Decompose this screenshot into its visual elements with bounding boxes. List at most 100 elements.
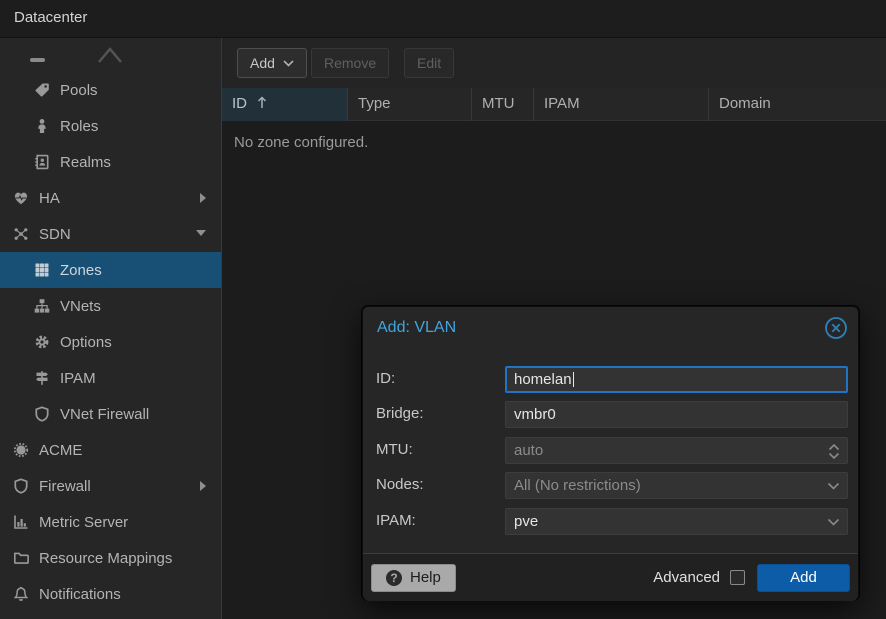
field-label: MTU: (376, 441, 413, 458)
sidebar-item-roles[interactable]: Roles (0, 108, 222, 144)
field-label: ID: (376, 370, 395, 387)
sidebar-item-resource-mappings[interactable]: Resource Mappings (0, 540, 222, 576)
chevron-down-icon[interactable] (827, 509, 840, 536)
bell-icon (12, 586, 29, 603)
sidebar-item-acme[interactable]: ACME (0, 432, 222, 468)
bridge-input-value: vmbr0 (514, 406, 556, 423)
column-label: MTU (482, 95, 515, 112)
sort-ascending-icon (257, 96, 267, 109)
ipam-select[interactable]: pve (505, 508, 848, 535)
sidebar-item-label: Realms (60, 154, 111, 171)
mtu-placeholder: auto (514, 442, 543, 459)
sidebar-item-label: VNet Firewall (60, 406, 149, 423)
spinner-up-down-icon[interactable] (828, 438, 840, 465)
form-row-id: ID: homelan (363, 366, 858, 393)
expand-down-icon[interactable] (196, 230, 206, 236)
address-book-icon (33, 154, 50, 171)
field-label: Bridge: (376, 405, 424, 422)
chevron-down-icon[interactable] (827, 473, 840, 500)
sitemap-icon (33, 298, 50, 315)
column-header-ipam[interactable]: IPAM (534, 88, 709, 121)
sidebar-item-realms[interactable]: Realms (0, 144, 222, 180)
expand-right-icon[interactable] (200, 193, 206, 203)
sidebar-item-label: Pools (60, 82, 98, 99)
question-circle-icon: ? (386, 570, 402, 586)
id-input-value: homelan (514, 371, 572, 388)
sidebar-item-notifications[interactable]: Notifications (0, 576, 222, 612)
page-title: Datacenter (14, 9, 87, 26)
column-header-domain[interactable]: Domain (709, 88, 886, 121)
edit-button-label: Edit (417, 55, 441, 71)
close-icon[interactable] (824, 316, 848, 340)
remove-button-label: Remove (324, 55, 376, 71)
grid-icon (33, 262, 50, 279)
sidebar-item-ipam[interactable]: IPAM (0, 360, 222, 396)
sidebar-item-label: Resource Mappings (39, 550, 172, 567)
column-label: ID (232, 95, 247, 112)
help-button-label: Help (410, 569, 441, 586)
bridge-input[interactable]: vmbr0 (505, 401, 848, 428)
nodes-select[interactable]: All (No restrictions) (505, 472, 848, 499)
bar-chart-icon (12, 514, 29, 531)
sidebar-nav-tree: Pools Roles Realms HA SDN (0, 38, 222, 619)
column-header-mtu[interactable]: MTU (472, 88, 534, 121)
sidebar-item-firewall[interactable]: Firewall (0, 468, 222, 504)
form-row-nodes: Nodes: All (No restrictions) (363, 472, 858, 499)
sidebar-item-label: ACME (39, 442, 82, 459)
expand-right-icon[interactable] (200, 481, 206, 491)
sidebar-item-label: VNets (60, 298, 101, 315)
sidebar-item-options[interactable]: Options (0, 324, 222, 360)
advanced-label: Advanced (653, 569, 720, 586)
sidebar-item-label: Options (60, 334, 112, 351)
zones-table-header: ID Type MTU IPAM Domain (222, 88, 886, 121)
user-icon (33, 118, 50, 135)
edit-button[interactable]: Edit (404, 48, 454, 78)
signpost-icon (33, 370, 50, 387)
sidebar-item-zones[interactable]: Zones (0, 252, 222, 288)
chevron-down-icon (283, 60, 294, 67)
chevron-up-icon (95, 42, 125, 66)
sidebar-item-vnet-firewall[interactable]: VNet Firewall (0, 396, 222, 432)
form-row-ipam: IPAM: pve (363, 508, 858, 535)
dialog-title: Add: VLAN (377, 319, 456, 337)
nodes-select-value: All (No restrictions) (514, 477, 641, 494)
network-nodes-icon (12, 226, 29, 243)
sidebar-item-label: Roles (60, 118, 98, 135)
dialog-add-button-label: Add (790, 569, 817, 586)
advanced-checkbox[interactable] (730, 570, 745, 585)
sidebar-item-sdn[interactable]: SDN (0, 216, 222, 252)
proxmox-datacenter-screen: Datacenter Pools Roles Realms (0, 0, 886, 619)
dialog-add-button[interactable]: Add (757, 564, 850, 592)
mtu-spinner[interactable]: auto (505, 437, 848, 464)
sidebar-item-label: Firewall (39, 478, 91, 495)
id-input[interactable]: homelan (505, 366, 848, 393)
help-button[interactable]: ? Help (371, 564, 456, 592)
sidebar-item-label: Metric Server (39, 514, 128, 531)
empty-state-text: No zone configured. (234, 134, 368, 151)
add-vlan-dialog: Add: VLAN ID: homelan Bridge: vmbr0 MTU:… (362, 306, 859, 600)
top-header-bar: Datacenter (0, 0, 886, 38)
sidebar-item-label: IPAM (60, 370, 96, 387)
sidebar-item-label: SDN (39, 226, 71, 243)
sidebar-item-label: Notifications (39, 586, 121, 603)
ipam-select-value: pve (514, 513, 538, 530)
column-header-type[interactable]: Type (348, 88, 472, 121)
dialog-header[interactable]: Add: VLAN (363, 307, 858, 351)
sidebar-item-ha[interactable]: HA (0, 180, 222, 216)
sidebar-item-vnets[interactable]: VNets (0, 288, 222, 324)
gear-icon (33, 334, 50, 351)
add-button[interactable]: Add (237, 48, 307, 78)
zones-toolbar: Add Remove Edit (222, 38, 886, 88)
sidebar-item-label: Zones (60, 262, 102, 279)
column-label: IPAM (544, 95, 580, 112)
shield-icon (33, 406, 50, 423)
remove-button[interactable]: Remove (311, 48, 389, 78)
dialog-footer: ? Help Advanced Add (363, 553, 858, 601)
column-label: Type (358, 95, 391, 112)
field-label: IPAM: (376, 512, 416, 529)
column-header-id[interactable]: ID (222, 88, 348, 121)
sidebar-item-metric-server[interactable]: Metric Server (0, 504, 222, 540)
shield-icon (12, 478, 29, 495)
sidebar-item-pools[interactable]: Pools (0, 72, 222, 108)
form-row-mtu: MTU: auto (363, 437, 858, 464)
